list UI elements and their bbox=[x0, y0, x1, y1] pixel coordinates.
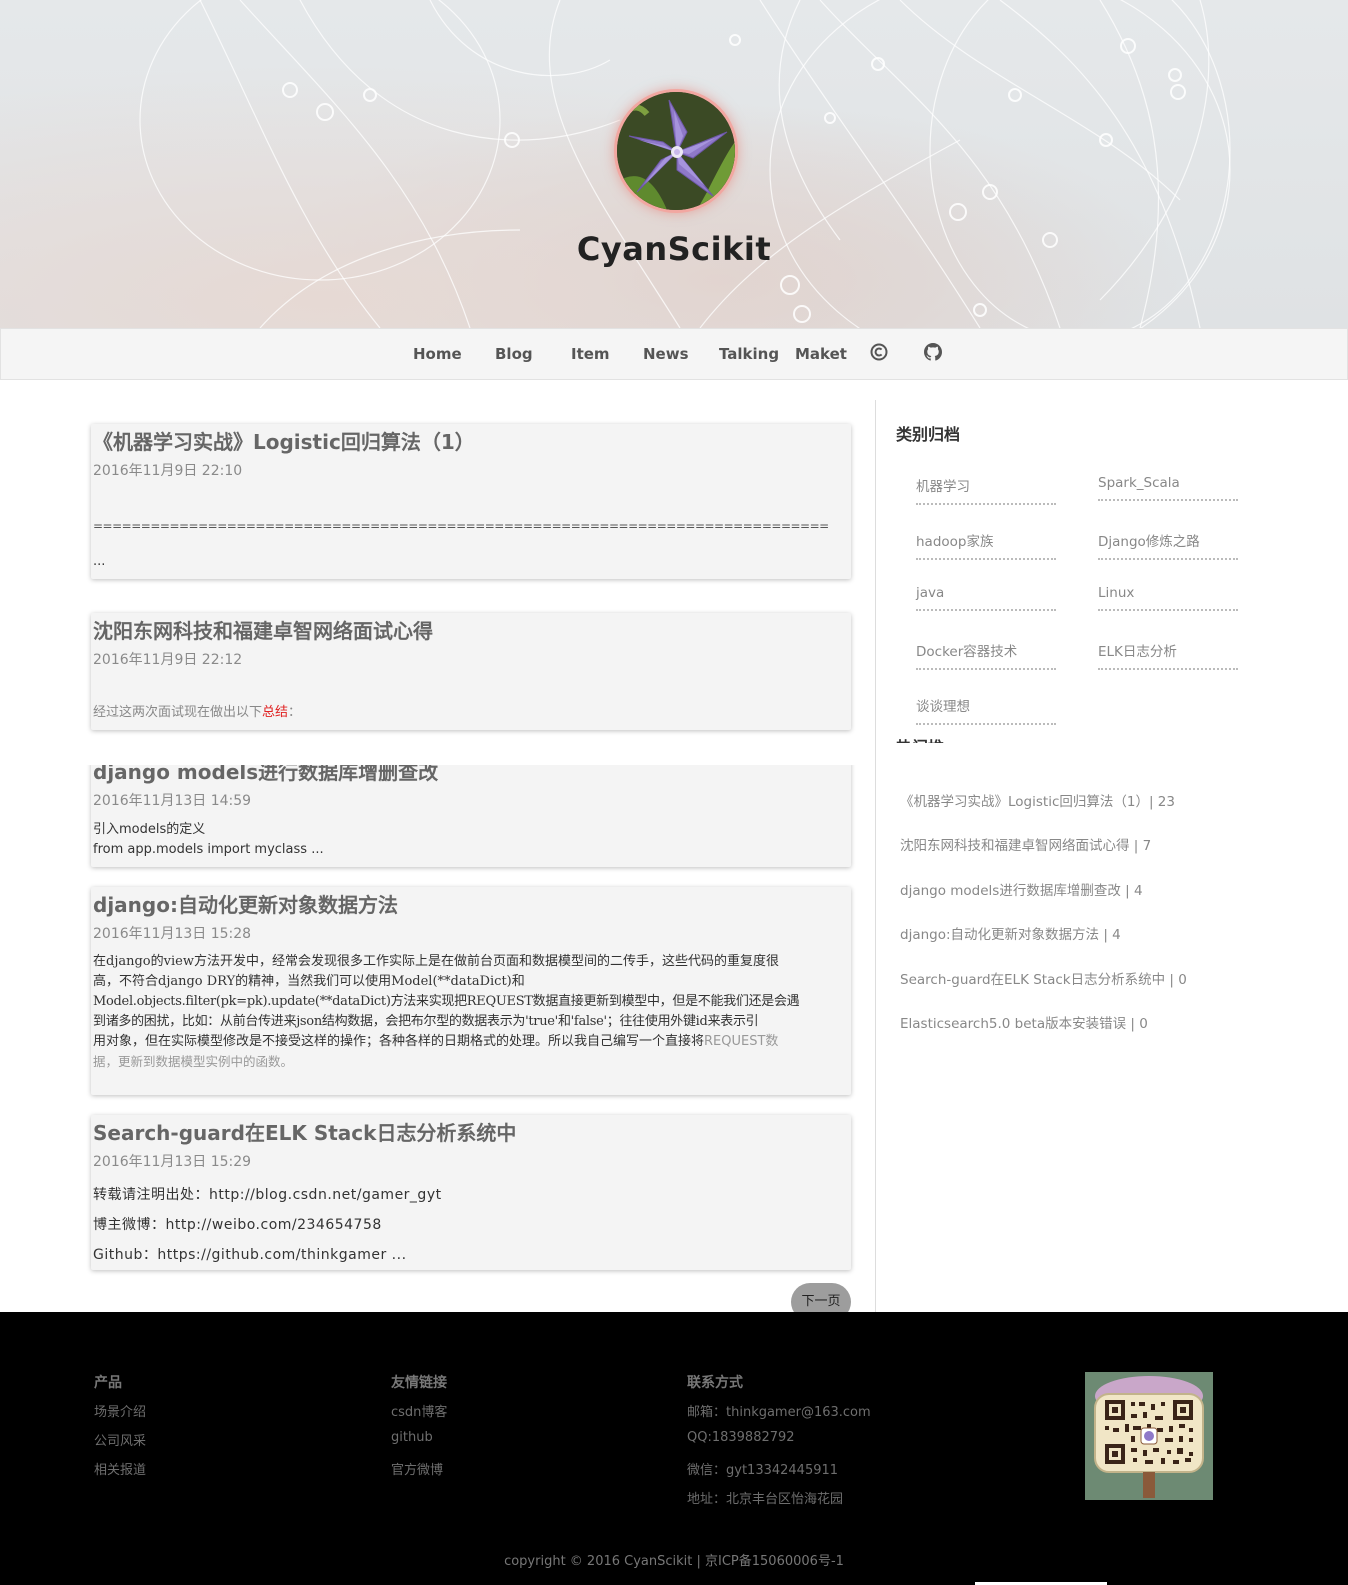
excerpt-muted: REQUEST数 bbox=[704, 1034, 779, 1049]
post-excerpt: 经过这两次面试现在做出以下总结： bbox=[93, 703, 843, 723]
footer-link[interactable]: 官方微博 bbox=[391, 1459, 443, 1478]
qr-code-icon bbox=[1085, 1372, 1213, 1500]
nav-blog[interactable]: Blog bbox=[495, 345, 533, 363]
categories-heading: 类别归档 bbox=[896, 425, 961, 444]
hero-banner: CyanScikit bbox=[0, 0, 1348, 328]
post-title[interactable]: 沈阳东网科技和福建卓智网络面试心得 bbox=[93, 615, 433, 644]
post-excerpt: 博主微博：http://weibo.com/234654758 bbox=[93, 1217, 382, 1233]
nav-item[interactable]: Item bbox=[571, 345, 610, 363]
footer-link[interactable]: 公司风采 bbox=[94, 1430, 146, 1449]
post-card[interactable]: django:自动化更新对象数据方法 2016年11月13日 15:28 在dj… bbox=[91, 887, 851, 1095]
contact-wechat: 微信：gyt13342445911 bbox=[687, 1463, 839, 1478]
post-excerpt: 转载请注明出处：http://blog.csdn.net/gamer_gyt bbox=[93, 1187, 442, 1203]
contact-email: 邮箱：thinkgamer@163.com bbox=[687, 1405, 871, 1420]
category-link[interactable]: Django修炼之路 bbox=[1098, 530, 1238, 560]
post-title[interactable]: 《机器学习实战》Logistic回归算法（1） bbox=[93, 426, 475, 455]
footer-link[interactable]: github bbox=[391, 1430, 433, 1445]
post-excerpt: from app.models import myclass ... bbox=[93, 842, 324, 857]
post-date: 2016年11月13日 15:28 bbox=[93, 926, 252, 942]
footer-link[interactable]: 场景介绍 bbox=[94, 1401, 146, 1420]
category-link[interactable]: 机器学习 bbox=[916, 475, 1056, 505]
github-icon[interactable] bbox=[924, 343, 942, 361]
excerpt-text: ： bbox=[288, 705, 302, 720]
copyright-text: copyright © 2016 CyanScikit | 京ICP备15060… bbox=[504, 1554, 844, 1569]
hot-post-link[interactable]: 《机器学习实战》Logistic回归算法（1）| 23 bbox=[900, 790, 1175, 810]
post-excerpt-ellipsis: ... bbox=[93, 554, 106, 569]
footer-heading-contact: 联系方式 bbox=[687, 1375, 743, 1391]
post-excerpt: 到诸多的困扰，比如：从前台传进来json结构数据，会把布尔型的数据表示为'tru… bbox=[93, 1014, 759, 1029]
site-title: CyanScikit bbox=[576, 230, 772, 268]
excerpt-text: 用对象，但在实际模型修改是不接受这样的操作；各种各样的日期格式的处理。所以我自己… bbox=[93, 1034, 705, 1049]
avatar bbox=[614, 89, 738, 213]
post-excerpt: 据，更新到数据模型实例中的函数。 bbox=[93, 1054, 294, 1069]
post-excerpt: ========================================… bbox=[93, 519, 829, 533]
category-link[interactable]: Spark_Scala bbox=[1098, 475, 1238, 501]
post-card[interactable]: Search-guard在ELK Stack日志分析系统中 2016年11月13… bbox=[91, 1115, 851, 1270]
footer-link[interactable]: csdn博客 bbox=[391, 1401, 447, 1420]
hot-post-link[interactable]: Search-guard在ELK Stack日志分析系统中 | 0 bbox=[900, 968, 1187, 988]
post-card[interactable]: django models进行数据库增删查改 2016年11月13日 14:59… bbox=[91, 760, 851, 867]
hot-post-link[interactable]: Elasticsearch5.0 beta版本安装错误 | 0 bbox=[900, 1012, 1148, 1032]
main-navigation: Home Blog Item News Talking Maket bbox=[0, 328, 1348, 380]
post-excerpt: 用对象，但在实际模型修改是不接受这样的操作；各种各样的日期格式的处理。所以我自己… bbox=[93, 1032, 843, 1052]
post-title[interactable]: Search-guard在ELK Stack日志分析系统中 bbox=[93, 1117, 516, 1146]
nav-maket[interactable]: Maket bbox=[795, 345, 847, 363]
copyright-icon[interactable] bbox=[870, 343, 888, 361]
excerpt-highlight: 总结 bbox=[262, 705, 289, 720]
category-link[interactable]: ELK日志分析 bbox=[1098, 640, 1238, 670]
post-excerpt: 在django的view方法开发中，经常会发现很多工作实际上是在做前台页面和数据… bbox=[93, 954, 779, 969]
post-card[interactable]: 沈阳东网科技和福建卓智网络面试心得 2016年11月9日 22:12 经过这两次… bbox=[91, 613, 851, 730]
nav-home[interactable]: Home bbox=[413, 345, 462, 363]
post-card[interactable]: 《机器学习实战》Logistic回归算法（1） 2016年11月9日 22:10… bbox=[91, 424, 851, 579]
contact-qq: QQ:1839882792 bbox=[687, 1430, 795, 1445]
hot-post-link[interactable]: django models进行数据库增删查改 | 4 bbox=[900, 879, 1143, 899]
flower-icon bbox=[617, 92, 735, 210]
qr-code-image bbox=[1085, 1372, 1213, 1500]
hot-post-link[interactable]: 沈阳东网科技和福建卓智网络面试心得 | 7 bbox=[900, 834, 1151, 854]
category-link[interactable]: Linux bbox=[1098, 585, 1238, 611]
category-link[interactable]: 谈谈理想 bbox=[916, 695, 1056, 725]
nav-talking[interactable]: Talking bbox=[719, 345, 779, 363]
contact-address: 地址：北京丰台区怡海花园 bbox=[687, 1492, 844, 1507]
post-excerpt: Github：https://github.com/thinkgamer ... bbox=[93, 1247, 407, 1263]
nav-news[interactable]: News bbox=[643, 345, 689, 363]
category-link[interactable]: java bbox=[916, 585, 1056, 611]
post-date: 2016年11月9日 22:12 bbox=[93, 652, 243, 668]
hot-heading: 热门推荐 bbox=[896, 734, 956, 743]
post-date: 2016年11月9日 22:10 bbox=[93, 463, 243, 479]
footer-heading-product: 产品 bbox=[94, 1375, 122, 1391]
excerpt-text: 经过这两次面试现在做出以下 bbox=[93, 705, 263, 720]
sidebar-divider bbox=[875, 400, 876, 1312]
category-link[interactable]: hadoop家族 bbox=[916, 530, 1056, 560]
hot-heading-clip: 热门推荐 bbox=[896, 734, 956, 743]
post-title[interactable]: django:自动化更新对象数据方法 bbox=[93, 889, 398, 918]
scroll-overlay bbox=[0, 743, 875, 765]
post-date: 2016年11月13日 14:59 bbox=[93, 793, 252, 809]
footer-heading-links: 友情链接 bbox=[391, 1375, 447, 1391]
post-excerpt: Model.objects.filter(pk=pk).update(**dat… bbox=[93, 994, 800, 1009]
post-excerpt: 引入models的定义 bbox=[93, 822, 206, 837]
footer-link[interactable]: 相关报道 bbox=[94, 1459, 146, 1478]
category-link[interactable]: Docker容器技术 bbox=[916, 640, 1056, 670]
hot-post-link[interactable]: django:自动化更新对象数据方法 | 4 bbox=[900, 923, 1121, 943]
post-excerpt: 高，不符合django DRY的精神，当然我们可以使用Model(**dataD… bbox=[93, 974, 525, 989]
post-date: 2016年11月13日 15:29 bbox=[93, 1154, 252, 1170]
